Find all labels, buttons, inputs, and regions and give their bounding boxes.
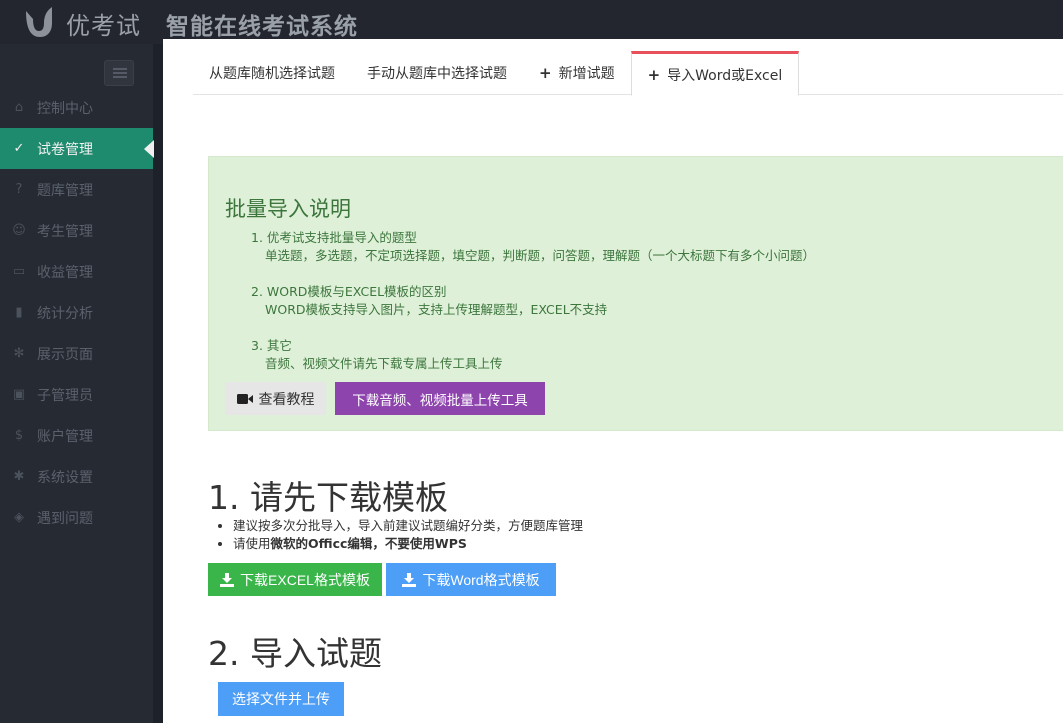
sidebar-item-label: 统计分析 — [37, 305, 93, 322]
brand-name: 优考试 — [66, 12, 141, 40]
main-content: 从题库随机选择试题 手动从题库中选择试题 + 新增试题 + 导入Word或Excel 批量… — [163, 39, 1063, 723]
lock-icon: ▣ — [12, 387, 26, 402]
notice-item: 3. 其它音频、视频文件请先下载专属上传工具上传 — [251, 337, 815, 373]
notice-list: 1. 优考试支持批量导入的题型单选题，多选题，不定项选择题，填空题，判断题，问答… — [251, 229, 815, 391]
sidebar-item-label: 遇到问题 — [37, 510, 93, 527]
sidebar-item[interactable]: ▮ 统计分析 — [0, 292, 153, 333]
download-icon — [402, 572, 417, 587]
sidebar-item-label: 展示页面 — [37, 346, 93, 363]
check-circle-icon: ✓ — [13, 141, 25, 156]
sidebar-item[interactable]: ▭ 收益管理 — [0, 251, 153, 292]
step1-title: 1. 请先下载模板 — [208, 478, 448, 517]
sidebar-item[interactable]: ▣ 子管理员 — [0, 374, 153, 415]
sidebar-item-label: 账户管理 — [37, 428, 93, 445]
view-tutorial-button[interactable]: 查看教程 — [225, 382, 326, 415]
sidebar-item[interactable]: ◈ 遇到问题 — [0, 497, 153, 538]
tab-label: 导入Word或Excel — [667, 67, 783, 84]
notice-item-head: 1. 优考试支持批量导入的题型 — [251, 230, 417, 245]
tab[interactable]: 从题库随机选择试题 — [193, 51, 351, 95]
sidebar: ⌂ 控制中心 ✓ 试卷管理? 题库管理 ☺ 考生管理 ▭ 收益管理 ▮ 统计分析 ✻ 展示页面 ▣ 子管理员… — [0, 44, 154, 723]
sidebar-item-label: 系统设置 — [37, 469, 93, 486]
question-circle-icon: ? — [15, 182, 23, 197]
tab-label: 从题库随机选择试题 — [209, 66, 335, 82]
notice-title: 批量导入说明 — [225, 197, 351, 221]
tab-label: 新增试题 — [558, 66, 615, 82]
template-tips: 建议按多次分批导入，导入前建议试题编好分类，方便题库管理 请使用微软的Offic… — [233, 517, 583, 553]
tab[interactable]: 手动从题库中选择试题 — [351, 51, 523, 95]
download-excel-template-button[interactable]: 下载EXCEL格式模板 — [208, 563, 382, 596]
notice-item-detail: 音频、视频文件请先下载专属上传工具上传 — [265, 356, 503, 371]
sidebar-item[interactable]: ✱ 系统设置 — [0, 456, 153, 497]
sidebar-item-label: 题库管理 — [37, 182, 93, 199]
sidebar-item-label: 控制中心 — [37, 100, 93, 117]
sidebar-item-label: 收益管理 — [37, 264, 93, 281]
tab[interactable]: + 新增试题 — [523, 51, 631, 95]
tab[interactable]: + 导入Word或Excel — [630, 51, 800, 96]
sidebar-item[interactable]: ☺ 考生管理 — [0, 210, 153, 251]
notice-item: 2. WORD模板与EXCEL模板的区别 WORD模板支持导入图片，支持上传理解题… — [251, 283, 815, 319]
notice-item: 1. 优考试支持批量导入的题型单选题，多选题，不定项选择题，填空题，判断题，问答… — [251, 229, 815, 265]
sidebar-item-label: 子管理员 — [37, 387, 93, 404]
dollar-icon: $ — [14, 428, 24, 443]
tag-icon: ◈ — [14, 510, 24, 525]
system-name: 智能在线考试系统 — [166, 14, 358, 40]
import-notice: 批量导入说明 1. 优考试支持批量导入的题型单选题，多选题，不定项选择题，填空题… — [208, 156, 1063, 431]
tip-item: 请使用微软的Officc编辑，不要使用WPS — [233, 535, 583, 553]
sidebar-item[interactable]: ⌂ 控制中心 — [0, 87, 153, 128]
tab-label: 手动从题库中选择试题 — [367, 66, 507, 82]
download-upload-tool-button[interactable]: 下载音频、视频批量上传工具 — [335, 382, 545, 415]
plus-icon: + — [539, 64, 552, 82]
tip-bold: 微软的Officc编辑，不要使用WPS — [270, 536, 467, 551]
sidebar-item-label: 试卷管理 — [37, 141, 93, 158]
download-word-template-button[interactable]: 下载Word格式模板 — [386, 563, 556, 596]
sidebar-nav: ⌂ 控制中心 ✓ 试卷管理? 题库管理 ☺ 考生管理 ▭ 收益管理 ▮ 统计分析 ✻ 展示页面 ▣ 子管理员… — [0, 87, 154, 538]
top-header: 优考试 智能在线考试系统 — [0, 0, 1063, 44]
sidebar-item[interactable]: $ 账户管理 — [0, 415, 153, 456]
notice-item-head: 3. 其它 — [251, 338, 292, 353]
logo-icon — [26, 7, 52, 37]
plus-icon: + — [647, 65, 661, 84]
tab-bar: 从题库随机选择试题 手动从题库中选择试题 + 新增试题 + 导入Word或Excel — [193, 51, 1063, 96]
sidebar-item[interactable]: ? 题库管理 — [0, 169, 153, 210]
home-icon: ⌂ — [14, 100, 24, 115]
tip-prefix: 请使用 — [233, 536, 271, 551]
word-template-label: 下载Word格式模板 — [422, 571, 540, 588]
users-icon: ☺ — [12, 223, 26, 238]
gear-icon: ✱ — [13, 469, 25, 484]
download-icon — [220, 572, 235, 587]
sidebar-item[interactable]: ✻ 展示页面 — [0, 333, 153, 374]
excel-template-label: 下载EXCEL格式模板 — [240, 571, 370, 588]
tip-item: 建议按多次分批导入，导入前建议试题编好分类，方便题库管理 — [233, 517, 583, 535]
step2-title: 2. 导入试题 — [208, 634, 382, 673]
notice-item-detail: 单选题，多选题，不定项选择题，填空题，判断题，问答题，理解题（一个大标题下有多个… — [265, 248, 816, 263]
video-camera-icon — [236, 393, 253, 404]
sidebar-item[interactable]: ✓ 试卷管理 — [0, 128, 154, 169]
notice-item-detail: WORD模板支持导入图片，支持上传理解题型，EXCEL不支持 — [265, 302, 608, 317]
choose-file-upload-button[interactable]: 选择文件并上传 — [218, 682, 344, 716]
menu-toggle-button[interactable] — [104, 60, 134, 86]
sidebar-item-label: 考生管理 — [37, 223, 93, 240]
credit-card-icon: ▭ — [12, 264, 26, 279]
notice-item-head: 2. WORD模板与EXCEL模板的区别 — [251, 284, 447, 299]
bar-chart-icon: ▮ — [15, 305, 23, 320]
view-tutorial-label: 查看教程 — [258, 390, 315, 407]
leaf-icon: ✻ — [13, 346, 25, 361]
